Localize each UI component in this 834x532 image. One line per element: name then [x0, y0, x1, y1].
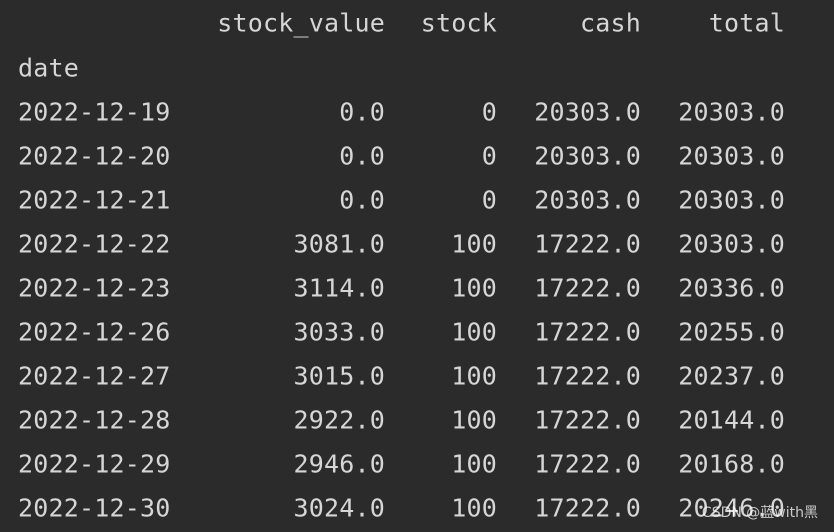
row-stock: 0 — [481, 97, 497, 127]
row-date: 2022-12-19 — [18, 97, 171, 127]
row-cash: 17222.0 — [534, 449, 641, 479]
row-cash: 20303.0 — [534, 141, 641, 171]
row-cash: 20303.0 — [534, 97, 641, 127]
column-header-row: stock_value stock cash total — [18, 0, 818, 45]
row-stock-value: 3024.0 — [293, 493, 385, 523]
row-total: 20303.0 — [678, 97, 785, 127]
table-row: 2022-12-28 2922.0 100 17222.0 20144.0 — [18, 398, 818, 442]
column-header-total: total — [708, 8, 785, 37]
row-total: 20303.0 — [678, 141, 785, 171]
row-stock-value: 2946.0 — [293, 449, 385, 479]
row-cash: 17222.0 — [534, 229, 641, 259]
row-date: 2022-12-22 — [18, 229, 171, 259]
column-header-cash: cash — [579, 8, 641, 37]
row-cash: 17222.0 — [534, 273, 641, 303]
table-row: 2022-12-21 0.0 0 20303.0 20303.0 — [18, 178, 818, 222]
row-date: 2022-12-20 — [18, 141, 171, 171]
table-row: 2022-12-19 0.0 0 20303.0 20303.0 — [18, 90, 818, 134]
row-date: 2022-12-28 — [18, 405, 171, 435]
row-cash: 17222.0 — [534, 361, 641, 391]
table-row: 2022-12-27 3015.0 100 17222.0 20237.0 — [18, 354, 818, 398]
column-header-stock-value: stock_value — [217, 8, 385, 37]
row-cash: 20303.0 — [534, 185, 641, 215]
column-header-stock: stock — [420, 8, 497, 37]
row-stock-value: 3114.0 — [293, 273, 385, 303]
row-total: 20336.0 — [678, 273, 785, 303]
row-total: 20303.0 — [678, 185, 785, 215]
row-stock: 100 — [451, 493, 497, 523]
row-stock-value: 0.0 — [339, 185, 385, 215]
row-stock: 100 — [451, 273, 497, 303]
row-stock: 100 — [451, 229, 497, 259]
row-stock-value: 3081.0 — [293, 229, 385, 259]
row-date: 2022-12-29 — [18, 449, 171, 479]
row-total: 20237.0 — [678, 361, 785, 391]
row-stock-value: 3033.0 — [293, 317, 385, 347]
row-cash: 17222.0 — [534, 405, 641, 435]
row-total: 20168.0 — [678, 449, 785, 479]
row-date: 2022-12-26 — [18, 317, 171, 347]
index-name-row: date — [18, 45, 818, 90]
table-row: 2022-12-22 3081.0 100 17222.0 20303.0 — [18, 222, 818, 266]
row-date: 2022-12-30 — [18, 493, 171, 523]
row-stock-value: 0.0 — [339, 141, 385, 171]
table-row: 2022-12-20 0.0 0 20303.0 20303.0 — [18, 134, 818, 178]
row-total: 20144.0 — [678, 405, 785, 435]
table-row: 2022-12-30 3024.0 100 17222.0 20246.0 — [18, 486, 818, 530]
row-date: 2022-12-23 — [18, 273, 171, 303]
watermark: CSDN @蓝with黑 — [701, 505, 818, 521]
row-stock: 0 — [481, 141, 497, 171]
row-stock-value: 0.0 — [339, 97, 385, 127]
row-total: 20255.0 — [678, 317, 785, 347]
row-stock-value: 3015.0 — [293, 361, 385, 391]
row-stock: 100 — [451, 449, 497, 479]
row-stock-value: 2922.0 — [293, 405, 385, 435]
row-cash: 17222.0 — [534, 493, 641, 523]
row-total: 20303.0 — [678, 229, 785, 259]
row-stock: 0 — [481, 185, 497, 215]
row-stock: 100 — [451, 361, 497, 391]
dataframe-output: stock_value stock cash total date 2022-1… — [18, 0, 818, 532]
row-stock: 100 — [451, 317, 497, 347]
table-row: 2022-12-26 3033.0 100 17222.0 20255.0 — [18, 310, 818, 354]
row-date: 2022-12-21 — [18, 185, 171, 215]
table-row: 2022-12-23 3114.0 100 17222.0 20336.0 — [18, 266, 818, 310]
row-stock: 100 — [451, 405, 497, 435]
table-body: 2022-12-19 0.0 0 20303.0 20303.0 2022-12-20 0.… — [18, 90, 818, 530]
row-date: 2022-12-27 — [18, 361, 171, 391]
index-name: date — [18, 53, 80, 82]
row-cash: 17222.0 — [534, 317, 641, 347]
table-row: 2022-12-29 2946.0 100 17222.0 20168.0 — [18, 442, 818, 486]
